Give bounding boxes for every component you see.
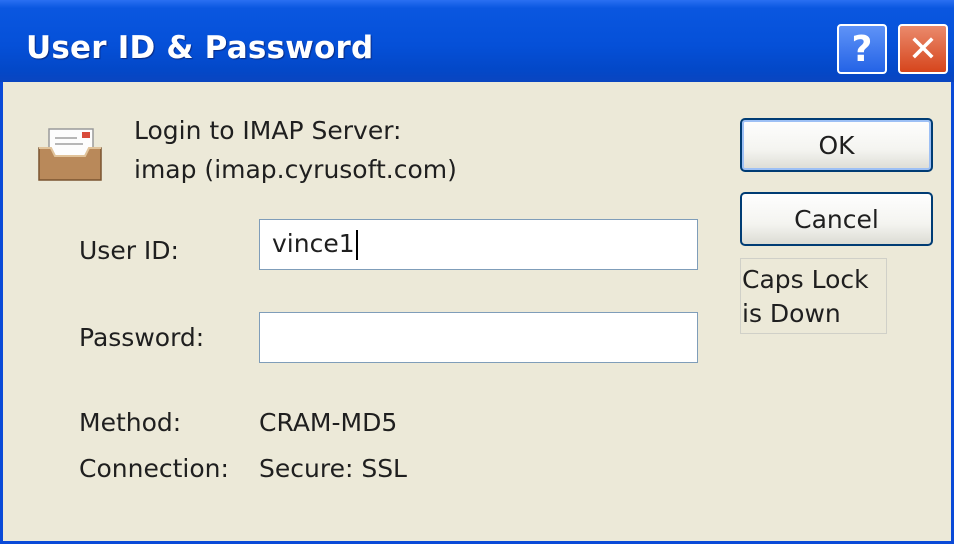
caps-lock-line2: is Down [742, 299, 841, 328]
method-label: Method: [79, 408, 182, 437]
password-label: Password: [79, 323, 205, 352]
dialog-title: User ID & Password [26, 30, 374, 66]
text-caret [355, 230, 358, 260]
user-id-label: User ID: [79, 236, 179, 265]
close-button[interactable]: ✕ [898, 24, 948, 74]
method-value: CRAM-MD5 [259, 408, 398, 437]
connection-label: Connection: [79, 454, 229, 483]
help-button[interactable]: ? [837, 24, 887, 74]
connection-value: Secure: SSL [259, 454, 407, 483]
user-id-value: vince1 [272, 229, 355, 258]
user-id-field[interactable]: vince1 [259, 219, 698, 270]
cancel-button-label: Cancel [794, 204, 879, 234]
mail-tray-icon [38, 128, 102, 181]
caps-lock-warning: Caps Lock is Down [740, 258, 887, 334]
ok-button-label: OK [818, 130, 855, 160]
login-dialog: User ID & Password ? ✕ Login to IMAP Ser… [0, 0, 954, 544]
password-field[interactable] [259, 312, 698, 363]
ok-button[interactable]: OK [740, 118, 933, 172]
caps-lock-line1: Caps Lock [742, 265, 869, 294]
help-icon: ? [851, 28, 873, 70]
title-bar[interactable]: User ID & Password ? ✕ [0, 0, 954, 82]
cancel-button[interactable]: Cancel [740, 192, 933, 246]
server-name: imap (imap.cyrusoft.com) [134, 155, 457, 184]
close-icon: ✕ [907, 28, 939, 70]
server-prompt: Login to IMAP Server: [134, 116, 402, 145]
